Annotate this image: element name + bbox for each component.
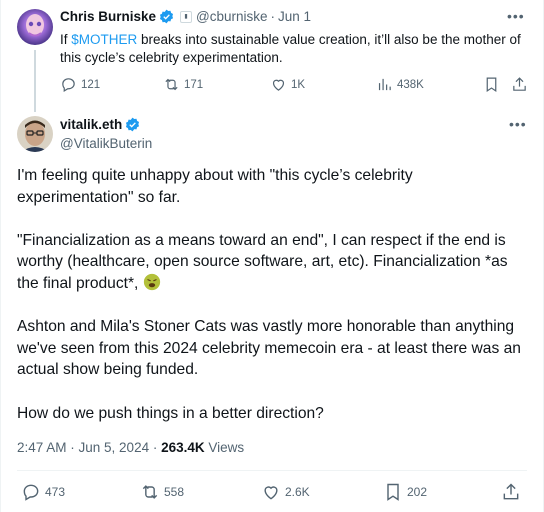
bookmark-icon (486, 77, 497, 93)
tweet-paragraph: How do we push things in a better direct… (17, 404, 324, 422)
reply-button[interactable]: 473 (21, 482, 65, 502)
share-button[interactable] (511, 76, 528, 93)
author-handle[interactable]: @VitalikButerin (60, 136, 152, 151)
reply-icon (62, 78, 75, 92)
cashtag-link[interactable]: $MOTHER (71, 32, 137, 47)
bookmark-button[interactable]: 202 (383, 482, 427, 502)
like-count: 1K (291, 78, 306, 91)
main-author-name-row: vitalik.eth (60, 117, 140, 132)
verified-badge-icon (126, 117, 140, 132)
share-icon (513, 77, 526, 91)
author-handle[interactable]: @cburniske (196, 9, 267, 24)
share-icon (503, 483, 519, 500)
thread-connector-line (34, 50, 36, 112)
like-count: 2.6K (285, 485, 310, 499)
reply-count: 121 (81, 78, 101, 91)
like-icon (272, 79, 285, 91)
author-name[interactable]: Chris Burniske (60, 9, 156, 24)
views-count: 438K (397, 78, 424, 91)
more-icon[interactable]: ••• (509, 116, 527, 132)
author-name[interactable]: vitalik.eth (60, 117, 122, 132)
affiliation-badge-icon[interactable]: ▮ (180, 10, 193, 23)
like-button[interactable]: 2.6K (261, 482, 310, 502)
views-icon (378, 78, 391, 91)
tweet-timestamp[interactable]: 2:47 AM · Jun 5, 2024 · (17, 440, 161, 455)
repost-icon (142, 485, 158, 499)
tweet-paragraph: "Financialization as a means toward an e… (17, 230, 527, 295)
views-button[interactable]: 438K (376, 76, 424, 93)
text-prefix: If (60, 32, 72, 47)
repost-count: 171 (184, 78, 204, 91)
repost-button[interactable]: 171 (163, 76, 203, 93)
bookmark-button[interactable] (483, 76, 500, 93)
tweet-paragraph: Ashton and Mila's Stoner Cats was vastly… (17, 318, 521, 379)
reply-button[interactable]: 121 (60, 76, 100, 93)
bookmark-icon (387, 483, 399, 501)
main-tweet-text: I'm feeling quite unhappy about with "th… (17, 165, 527, 446)
verified-badge-icon (159, 9, 174, 24)
like-icon (264, 486, 278, 500)
parent-tweet-actions: 121 171 1K 438K (60, 76, 530, 96)
parent-tweet-header: Chris Burniske ▮ @cburniske · Jun 1 (60, 9, 311, 24)
views-label: Views (204, 440, 245, 455)
avatar-chris-burniske[interactable] (17, 9, 53, 45)
reply-icon (23, 484, 39, 501)
reply-count: 473 (45, 485, 66, 499)
main-tweet-header: vitalik.eth @VitalikButerin ••• (17, 114, 529, 154)
tweet-thread: Chris Burniske ▮ @cburniske · Jun 1 ••• … (0, 0, 544, 512)
bookmark-count: 202 (407, 485, 428, 499)
repost-icon (165, 78, 178, 91)
repost-button[interactable]: 558 (140, 482, 184, 502)
tweet-paragraph: I'm feeling quite unhappy about with "th… (17, 167, 413, 206)
like-button[interactable]: 1K (270, 76, 305, 93)
views-count: 263.4K (161, 440, 205, 455)
tweet-date[interactable]: Jun 1 (278, 9, 311, 24)
main-tweet-actions: 473 558 2.6K 202 (17, 482, 529, 504)
repost-count: 558 (164, 485, 185, 499)
divider (17, 470, 527, 471)
share-button[interactable] (501, 482, 521, 502)
tweet-paragraph-text: "Financialization as a means toward an e… (17, 231, 508, 292)
more-icon[interactable]: ••• (507, 8, 525, 24)
nauseated-face-emoji (143, 273, 160, 291)
separator-dot: · (270, 9, 276, 24)
avatar-vitalik[interactable] (17, 116, 53, 152)
parent-tweet-text: If $MOTHER breaks into sustainable value… (60, 31, 530, 67)
tweet-meta: 2:47 AM · Jun 5, 2024 · 263.4K Views (17, 440, 244, 455)
